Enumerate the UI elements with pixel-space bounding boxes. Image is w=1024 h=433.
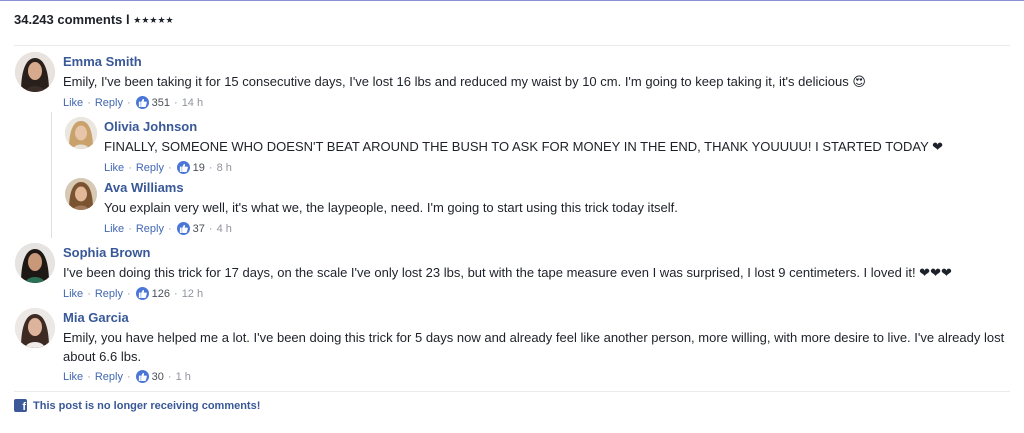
reply-link[interactable]: Reply — [136, 223, 164, 235]
thumbs-up-icon — [135, 370, 149, 383]
top-border — [0, 0, 1024, 1]
like-count[interactable]: 37 — [193, 223, 205, 235]
thumbs-up-icon — [135, 96, 149, 109]
comment-actions: Like · Reply · 126 · 12 h — [63, 287, 204, 300]
comments-closed-notice: f This post is no longer receiving comme… — [14, 399, 261, 413]
footer-text: This post is no longer receiving comment… — [33, 399, 261, 412]
comment-actions: Like · Reply · 351 · 14 h — [63, 96, 204, 109]
avatar[interactable] — [15, 308, 55, 348]
commenter-name[interactable]: Sophia Brown — [63, 245, 150, 260]
comment-text: I've been doing this trick for 17 days, … — [63, 265, 952, 280]
comment-actions: Like · Reply · 37 · 4 h — [104, 222, 232, 235]
reply-link[interactable]: Reply — [95, 97, 123, 109]
like-link[interactable]: Like — [104, 162, 124, 174]
avatar[interactable] — [15, 243, 55, 283]
like-count[interactable]: 126 — [152, 288, 170, 300]
avatar[interactable] — [15, 52, 55, 92]
thumbs-up-icon — [176, 161, 190, 174]
like-link[interactable]: Like — [63, 371, 83, 383]
comments-count: 34.243 comments l — [14, 12, 130, 27]
rating-stars: ★★★★★ — [133, 15, 174, 25]
thumbs-up-icon — [135, 287, 149, 300]
commenter-name[interactable]: Ava Williams — [104, 180, 184, 195]
comment-text: Emily, I've been taking it for 15 consec… — [63, 74, 866, 89]
comment-text: You explain very well, it's what we, the… — [104, 200, 678, 215]
commenter-name[interactable]: Mia Garcia — [63, 310, 129, 325]
comment-text: Emily, you have helped me a lot. I've be… — [63, 330, 1005, 364]
like-count[interactable]: 30 — [152, 371, 164, 383]
replies-thread-line — [51, 112, 52, 238]
header-divider — [14, 45, 1010, 46]
thumbs-up-icon — [176, 222, 190, 235]
comments-header: 34.243 comments l ★★★★★ — [14, 12, 174, 27]
like-link[interactable]: Like — [63, 288, 83, 300]
timestamp[interactable]: 8 h — [217, 162, 232, 174]
reply-link[interactable]: Reply — [95, 371, 123, 383]
like-link[interactable]: Like — [104, 223, 124, 235]
timestamp[interactable]: 14 h — [182, 97, 203, 109]
reply-link[interactable]: Reply — [95, 288, 123, 300]
avatar[interactable] — [65, 178, 97, 210]
comment-actions: Like · Reply · 19 · 8 h — [104, 161, 232, 174]
timestamp[interactable]: 12 h — [182, 288, 203, 300]
commenter-name[interactable]: Olivia Johnson — [104, 119, 197, 134]
footer-divider — [14, 391, 1010, 392]
avatar[interactable] — [65, 117, 97, 149]
like-count[interactable]: 351 — [152, 97, 170, 109]
timestamp[interactable]: 4 h — [217, 223, 232, 235]
facebook-icon: f — [14, 399, 27, 413]
reply-link[interactable]: Reply — [136, 162, 164, 174]
comment-actions: Like · Reply · 30 · 1 h — [63, 370, 191, 383]
timestamp[interactable]: 1 h — [176, 371, 191, 383]
like-count[interactable]: 19 — [193, 162, 205, 174]
like-link[interactable]: Like — [63, 97, 83, 109]
commenter-name[interactable]: Emma Smith — [63, 54, 142, 69]
comment-text: FINALLY, SOMEONE WHO DOESN'T BEAT AROUND… — [104, 139, 944, 154]
